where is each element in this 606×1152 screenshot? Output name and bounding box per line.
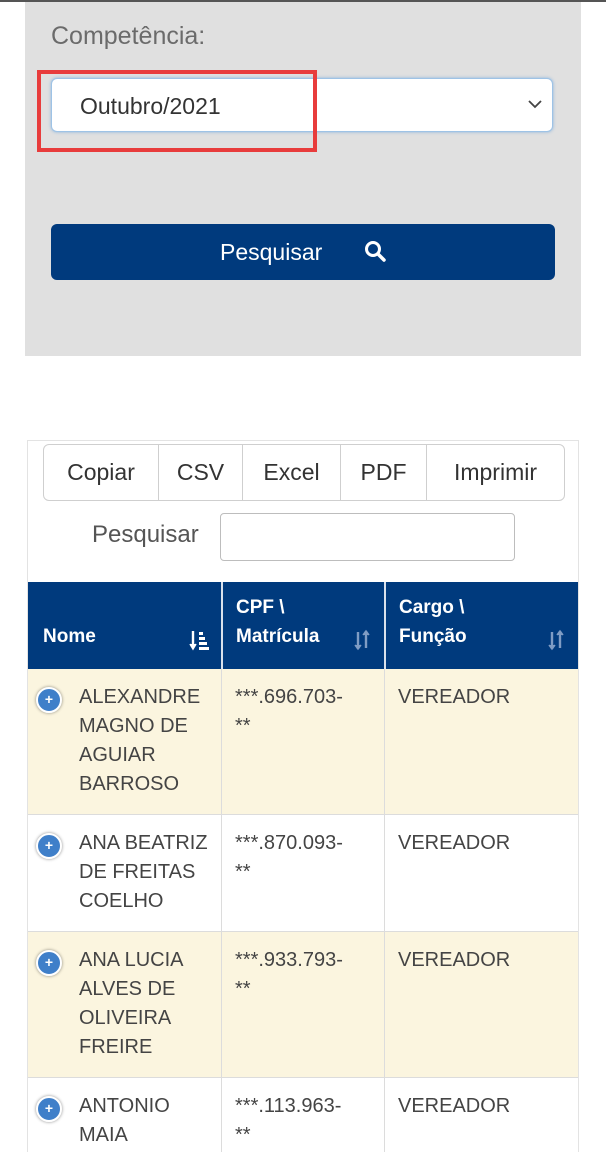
competencia-selected-value: Outubro/2021 bbox=[80, 93, 221, 119]
table-search-input[interactable] bbox=[220, 513, 515, 561]
cell-nome: ANA LUCIA ALVES DE OLIVEIRA FREIRE bbox=[79, 949, 184, 1058]
expand-row-icon[interactable]: + bbox=[36, 1096, 62, 1122]
search-button-label: Pesquisar bbox=[220, 239, 323, 265]
cell-cargo-funcao: VEREADOR bbox=[398, 686, 511, 708]
table-row[interactable]: + ANTONIO MAIA ***.113.963- ** VEREADOR bbox=[28, 1078, 578, 1152]
row-column-divider bbox=[221, 669, 222, 814]
search-button[interactable]: Pesquisar bbox=[51, 224, 555, 280]
th-cpf-matricula[interactable]: CPF \ Matrícula bbox=[221, 582, 384, 669]
cell-cpf-matricula: ***.933.793- ** bbox=[235, 949, 343, 1000]
cell-cargo-funcao: VEREADOR bbox=[398, 1095, 511, 1117]
table-row[interactable]: + ALEXANDRE MAGNO DE AGUIAR BARROSO ***.696.7… bbox=[28, 669, 578, 815]
export-button-pdf[interactable]: PDF bbox=[341, 445, 427, 500]
cell-cargo-funcao: VEREADOR bbox=[398, 949, 511, 971]
export-button-excel[interactable]: Excel bbox=[243, 445, 341, 500]
row-column-divider bbox=[384, 669, 385, 814]
export-button-group: Copiar CSV Excel PDF Imprimir bbox=[43, 444, 565, 501]
cell-cpf-matricula: ***.113.963- ** bbox=[235, 1095, 342, 1146]
th-cpf-matricula-label: CPF \ Matrícula bbox=[236, 597, 320, 647]
table-row[interactable]: + ANA BEATRIZ DE FREITAS COELHO ***.870.093-… bbox=[28, 815, 578, 932]
cell-cargo-funcao: VEREADOR bbox=[398, 832, 511, 854]
cell-nome: ANA BEATRIZ DE FREITAS COELHO bbox=[79, 832, 208, 912]
header-column-divider bbox=[221, 582, 223, 669]
header-column-divider bbox=[384, 582, 386, 669]
filter-panel: Competência: Outubro/2021 Pesquisar bbox=[25, 2, 581, 356]
expand-row-icon[interactable]: + bbox=[36, 833, 62, 859]
chevron-down-icon bbox=[528, 100, 542, 109]
th-nome-label: Nome bbox=[43, 626, 96, 647]
cell-nome: ALEXANDRE MAGNO DE AGUIAR BARROSO bbox=[79, 686, 201, 795]
sort-amount-down-icon[interactable] bbox=[189, 629, 209, 651]
row-column-divider bbox=[221, 815, 222, 931]
row-column-divider bbox=[221, 932, 222, 1077]
th-nome[interactable]: Nome bbox=[28, 582, 221, 669]
row-column-divider bbox=[384, 932, 385, 1077]
row-column-divider bbox=[384, 815, 385, 931]
cell-cpf-matricula: ***.870.093- ** bbox=[235, 832, 343, 883]
export-button-csv[interactable]: CSV bbox=[159, 445, 243, 500]
export-button-copiar[interactable]: Copiar bbox=[44, 445, 159, 500]
table-header: Nome CPF \ Matrícula Cargo \ Função bbox=[28, 582, 578, 669]
row-column-divider bbox=[384, 1078, 385, 1152]
search-icon bbox=[365, 241, 386, 262]
sort-both-icon[interactable] bbox=[352, 629, 372, 651]
competencia-label: Competência: bbox=[51, 22, 206, 50]
cell-nome: ANTONIO MAIA bbox=[79, 1095, 170, 1146]
expand-row-icon[interactable]: + bbox=[36, 687, 62, 713]
table-row[interactable]: + ANA LUCIA ALVES DE OLIVEIRA FREIRE ***.933.… bbox=[28, 932, 578, 1078]
expand-row-icon[interactable]: + bbox=[36, 950, 62, 976]
sort-both-icon[interactable] bbox=[546, 629, 566, 651]
row-column-divider bbox=[221, 1078, 222, 1152]
cell-cpf-matricula: ***.696.703- ** bbox=[235, 686, 343, 737]
export-button-imprimir[interactable]: Imprimir bbox=[427, 445, 564, 500]
competencia-select[interactable]: Outubro/2021 bbox=[51, 78, 553, 132]
th-cargo-funcao-label: Cargo \ Função bbox=[399, 597, 467, 647]
results-card: Copiar CSV Excel PDF Imprimir Pesquisar Nome… bbox=[27, 440, 579, 1152]
th-cargo-funcao[interactable]: Cargo \ Função bbox=[384, 582, 578, 669]
table-search-label: Pesquisar bbox=[92, 521, 199, 548]
